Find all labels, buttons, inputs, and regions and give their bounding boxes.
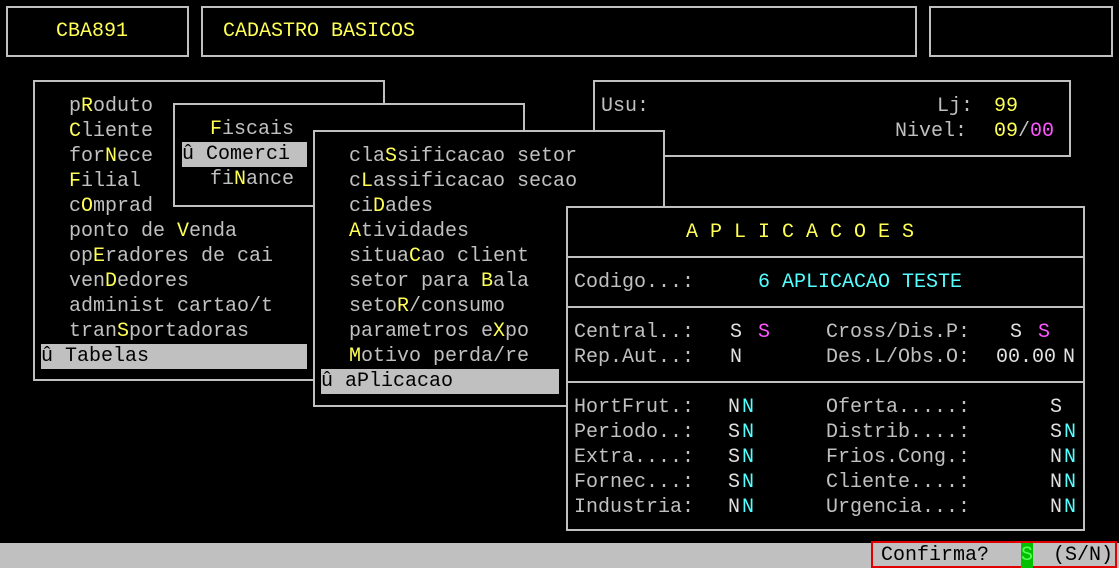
field-value-1[interactable]: N <box>1050 445 1062 470</box>
field-value-2[interactable]: N <box>1064 420 1076 445</box>
central-value-1[interactable]: S <box>730 320 742 345</box>
field-value-1[interactable]: N <box>1050 470 1062 495</box>
field-label: Frios.Cong.: <box>826 446 971 469</box>
confirm-answer-input[interactable]: S <box>1021 543 1034 568</box>
nivel-value-b: 00 <box>1030 120 1055 143</box>
usu-label: Usu: <box>601 95 650 118</box>
tables-menu-item[interactable]: cLassificacao secao <box>349 169 577 194</box>
field-value-1[interactable]: N <box>1050 495 1062 520</box>
aplicacoes-panel: A P L I C A C O E S Codigo...: 6 APLICAC… <box>566 206 1085 531</box>
field-value-2[interactable]: N <box>742 470 754 495</box>
field-label: Periodo..: <box>574 421 695 444</box>
desl-label: Des.L/Obs.O: <box>826 346 971 369</box>
codigo-label: Codigo...: <box>574 271 695 294</box>
field-value-2[interactable]: N <box>742 395 754 420</box>
field-value-2[interactable]: N <box>742 420 754 445</box>
field-value-2[interactable]: N <box>742 445 754 470</box>
confirm-prompt: Confirma? S (S/N) <box>871 541 1117 568</box>
field-label: Industria: <box>574 496 695 519</box>
selected-item-label: Tabelas <box>65 345 150 368</box>
submenu-item[interactable]: Fiscais <box>210 117 294 142</box>
main-menu-item[interactable]: venDedores <box>69 269 189 294</box>
divider <box>568 381 1083 383</box>
selected-marker-icon: û <box>321 370 334 393</box>
field-value-1[interactable]: N <box>728 495 740 520</box>
confirm-label: Confirma? <box>881 544 990 567</box>
tables-menu-item[interactable]: Atividades <box>349 219 469 244</box>
aplicacoes-title: A P L I C A C O E S <box>686 221 915 244</box>
main-menu-item[interactable]: Filial <box>69 169 141 194</box>
main-menu-item[interactable]: cOmprad <box>69 194 153 219</box>
field-value-1[interactable]: N <box>728 395 740 420</box>
codigo-value[interactable]: 6 APLICACAO TESTE <box>758 270 962 295</box>
screen-title-box: CADASTRO BASICOS <box>201 6 917 57</box>
selected-marker-icon: û <box>41 345 54 368</box>
field-value-2[interactable]: N <box>1064 495 1076 520</box>
divider <box>568 306 1083 308</box>
main-menu-item[interactable]: forNece <box>69 144 153 169</box>
program-code-box: CBA891 <box>6 6 189 57</box>
header-right-box <box>929 6 1113 57</box>
field-value-2[interactable]: N <box>742 495 754 520</box>
field-label: HortFrut.: <box>574 396 695 419</box>
tables-menu-item[interactable]: parametros eXpo <box>349 319 529 344</box>
tables-menu-item[interactable]: setoR/consumo <box>349 294 505 319</box>
divider <box>568 256 1083 258</box>
main-menu-item[interactable]: tranSportadoras <box>69 319 249 344</box>
field-label: Urgencia...: <box>826 496 971 519</box>
field-value-1[interactable]: S <box>1050 420 1062 445</box>
submenu-item[interactable]: fiNance <box>210 167 294 192</box>
cross-value-1[interactable]: S <box>1010 320 1022 345</box>
field-value-2[interactable]: N <box>1064 445 1076 470</box>
main-menu-item[interactable]: opEradores de cai <box>69 244 273 269</box>
main-menu-item[interactable]: pRoduto <box>69 94 153 119</box>
nivel-label: Nivel: <box>895 120 968 143</box>
cross-value-2[interactable]: S <box>1038 320 1050 345</box>
field-value-1[interactable]: S <box>728 445 740 470</box>
nivel-separator: / <box>1018 120 1031 143</box>
submenu-item-selected[interactable]: û Comerci <box>182 142 307 167</box>
field-label: Fornec...: <box>574 471 695 494</box>
tables-menu-item[interactable]: ciDades <box>349 194 433 219</box>
confirm-options: (S/N) <box>1053 544 1114 567</box>
lj-label: Lj: <box>937 95 974 118</box>
selected-item-label: aPlicacao <box>345 370 454 393</box>
tables-menu-item[interactable]: setor para Bala <box>349 269 529 294</box>
selected-item-label: Comerci <box>206 143 291 166</box>
central-value-2[interactable]: S <box>758 320 770 345</box>
main-menu-item[interactable]: ponto de Venda <box>69 219 237 244</box>
repaut-label: Rep.Aut..: <box>574 346 695 369</box>
tables-menu-item[interactable]: Motivo perda/re <box>349 344 529 369</box>
main-menu-item[interactable]: Cliente <box>69 119 153 144</box>
repaut-value[interactable]: N <box>730 345 742 370</box>
selected-marker-icon: û <box>182 143 195 166</box>
main-menu-item-selected[interactable]: û Tabelas <box>41 344 307 369</box>
tables-menu-item-selected[interactable]: û aPlicacao <box>321 369 559 394</box>
desl-value-1[interactable]: 00.00 <box>996 345 1056 370</box>
central-label: Central..: <box>574 321 695 344</box>
field-value-1[interactable]: S <box>1050 395 1062 420</box>
field-value-1[interactable]: S <box>728 420 740 445</box>
nivel-value-a: 09 <box>994 120 1019 143</box>
field-label: Distrib....: <box>826 421 971 444</box>
cross-label: Cross/Dis.P: <box>826 321 971 344</box>
field-value-1[interactable]: S <box>728 470 740 495</box>
tables-menu-item[interactable]: situaCao client <box>349 244 529 269</box>
field-value-2[interactable]: N <box>1064 470 1076 495</box>
main-menu-item[interactable]: administ cartao/t <box>69 294 273 319</box>
field-label: Oferta.....: <box>826 396 971 419</box>
program-code: CBA891 <box>56 20 129 43</box>
tables-menu-item[interactable]: claSsificacao setor <box>349 144 577 169</box>
screen-title: CADASTRO BASICOS <box>223 20 416 43</box>
desl-value-2[interactable]: N <box>1063 345 1075 370</box>
field-label: Extra....: <box>574 446 695 469</box>
lj-value: 99 <box>994 95 1019 118</box>
field-label: Cliente....: <box>826 471 971 494</box>
